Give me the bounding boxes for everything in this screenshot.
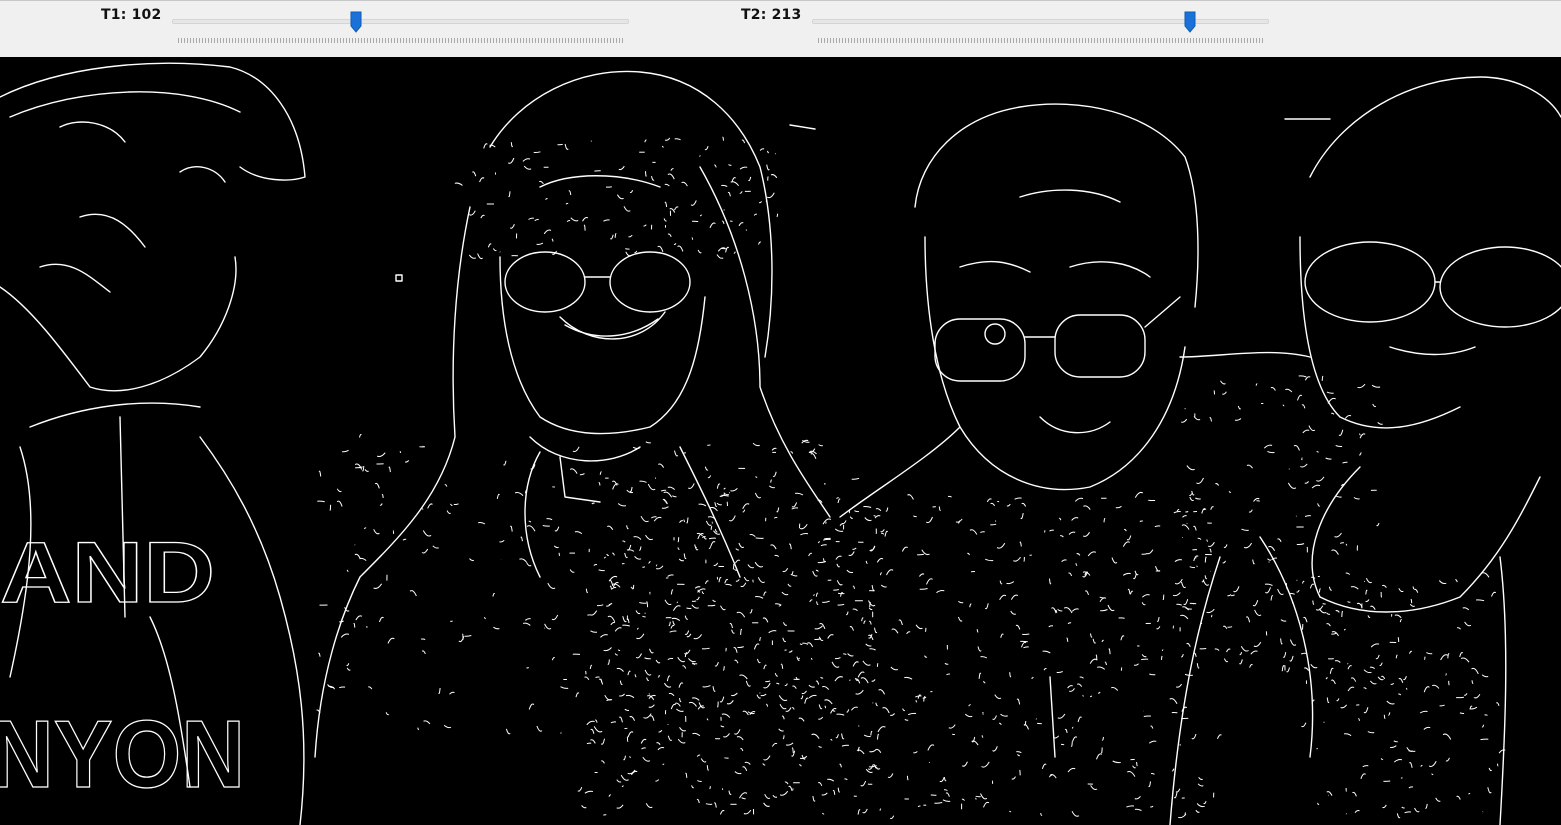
edge-image-canvas: AND NYON <box>0 57 1561 825</box>
edge-texture-stroke <box>1400 777 1403 779</box>
edge-texture-stroke <box>1445 673 1447 676</box>
edge-detection-image: AND NYON <box>0 57 1561 825</box>
edge-texture-stroke <box>1406 687 1408 690</box>
t2-slider-thumb[interactable] <box>1184 11 1196 33</box>
edge-texture-stroke <box>677 537 680 543</box>
edge-texture-stroke <box>1019 769 1021 776</box>
t1-slider-thumb[interactable] <box>350 11 362 33</box>
edge-texture-stroke <box>1397 637 1400 643</box>
edge-texture-stroke <box>824 537 831 540</box>
edge-texture-stroke <box>767 176 769 181</box>
edge-texture-stroke <box>317 500 325 503</box>
edge-texture-stroke <box>1468 792 1471 795</box>
edge-texture-stroke <box>708 537 716 540</box>
t2-slider-track[interactable] <box>812 19 1269 24</box>
edge-texture-stroke <box>586 742 592 745</box>
edge-texture-stroke <box>329 504 332 511</box>
jersey-text-top: AND <box>0 525 215 621</box>
jersey-text-bottom: NYON <box>0 701 245 808</box>
t2-slider[interactable] <box>812 9 1269 49</box>
edge-texture-stroke <box>876 663 879 667</box>
edge-texture-stroke <box>924 627 927 632</box>
edge-texture-stroke <box>1448 680 1450 686</box>
edge-texture-stroke <box>1301 623 1304 630</box>
edge-texture-stroke <box>1459 712 1465 714</box>
t1-label: T1: 102 <box>101 7 162 23</box>
edge-texture-stroke <box>917 553 925 556</box>
edge-texture-stroke <box>1139 520 1143 522</box>
threshold-toolbar: T1: 102 T2: 213 <box>0 0 1561 57</box>
t1-slider[interactable] <box>172 9 629 49</box>
edge-texture-stroke <box>1082 694 1084 697</box>
edge-texture-stroke <box>1196 565 1198 568</box>
t2-slider-ticks <box>818 38 1263 43</box>
edge-texture-stroke <box>642 566 646 568</box>
edge-texture-stroke <box>1213 390 1215 395</box>
edge-texture-stroke <box>625 248 630 250</box>
edge-texture-stroke <box>707 604 716 607</box>
edge-texture-stroke <box>1265 631 1268 636</box>
t1-slider-track[interactable] <box>172 19 629 24</box>
app-window: T1: 102 T2: 213 AND NYON <box>0 0 1561 825</box>
t1-slider-ticks <box>178 38 623 43</box>
edge-texture-stroke <box>632 584 635 590</box>
edge-texture-stroke <box>626 736 629 742</box>
edge-texture-stroke <box>732 563 735 570</box>
t2-label: T2: 213 <box>741 7 802 23</box>
